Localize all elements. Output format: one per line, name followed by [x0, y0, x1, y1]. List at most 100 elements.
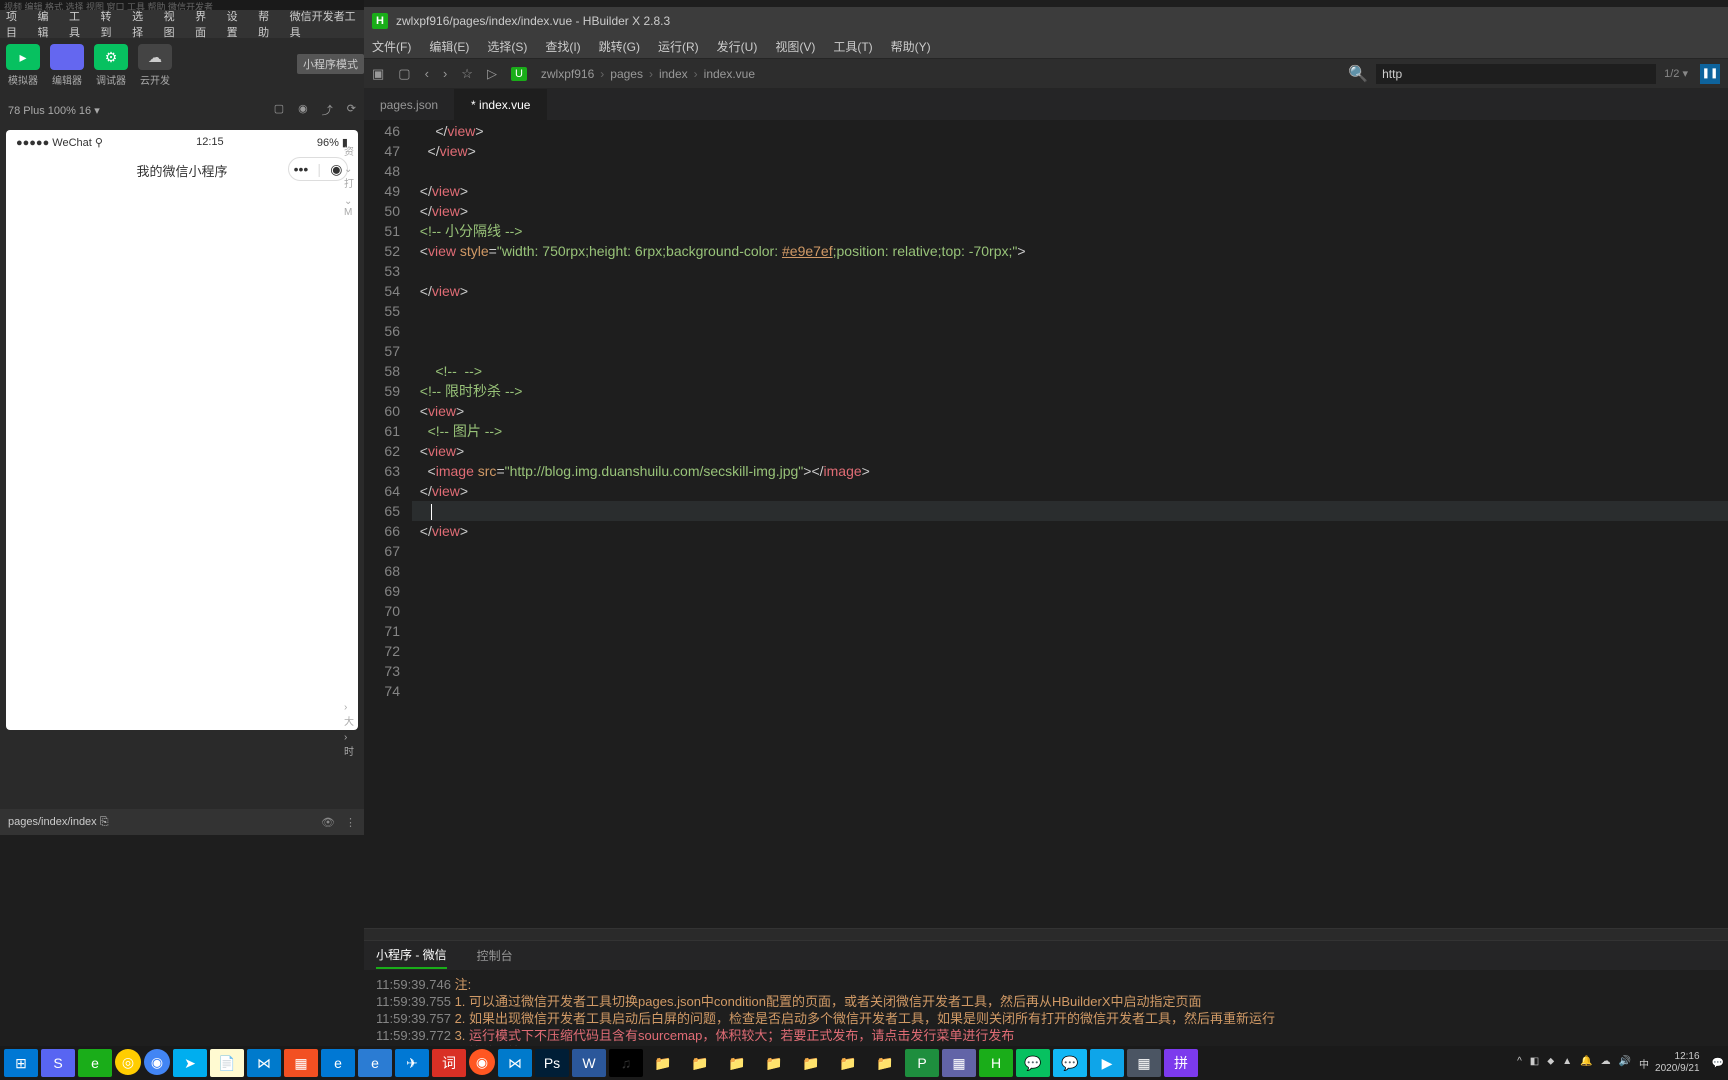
- code-line[interactable]: </view>: [412, 181, 1728, 201]
- wx-side-item[interactable]: 资: [340, 140, 364, 161]
- hb-editor[interactable]: 4647484950515253545556575859606162636465…: [364, 121, 1728, 928]
- taskbar-app-icon[interactable]: 📁: [868, 1049, 902, 1077]
- code-line[interactable]: [412, 341, 1728, 361]
- nav-forward-icon[interactable]: ›: [443, 66, 447, 81]
- taskbar-app-icon[interactable]: 拼: [1164, 1049, 1198, 1077]
- wx-toolbar-button[interactable]: ☁云开发: [138, 44, 172, 90]
- wx-menu-item[interactable]: 项目: [6, 8, 26, 40]
- taskbar-app-icon[interactable]: e: [321, 1049, 355, 1077]
- rotate-icon[interactable]: ⟳: [347, 102, 356, 118]
- code-line[interactable]: </view>: [412, 121, 1728, 141]
- code-line[interactable]: [412, 661, 1728, 681]
- wx-side-item[interactable]: ⌄ M: [340, 193, 364, 221]
- code-line[interactable]: [412, 561, 1728, 581]
- run-icon[interactable]: ▷: [487, 66, 497, 82]
- breadcrumb-segment[interactable]: pages: [610, 67, 643, 81]
- taskbar-app-icon[interactable]: ▦: [284, 1049, 318, 1077]
- taskbar-app-icon[interactable]: H: [979, 1049, 1013, 1077]
- hb-menu-item[interactable]: 文件(F): [372, 38, 411, 55]
- code-line[interactable]: [412, 621, 1728, 641]
- taskbar-app-icon[interactable]: ◉: [469, 1049, 495, 1075]
- breadcrumb-segment[interactable]: index.vue: [704, 67, 755, 81]
- taskbar-app-icon[interactable]: 📁: [794, 1049, 828, 1077]
- tray-icon[interactable]: ☁: [1601, 1056, 1611, 1071]
- tray-icon[interactable]: 中: [1639, 1056, 1649, 1071]
- code-line[interactable]: [412, 581, 1728, 601]
- hb-menu-item[interactable]: 视图(V): [775, 38, 815, 55]
- taskbar-clock[interactable]: 12:16 2020/9/21: [1655, 1051, 1706, 1075]
- terminal-toggle-icon[interactable]: ▢: [398, 66, 410, 82]
- hb-menu-item[interactable]: 发行(U): [717, 38, 758, 55]
- wx-menu-item[interactable]: 选择: [132, 8, 152, 40]
- taskbar-app-icon[interactable]: 📁: [683, 1049, 717, 1077]
- bottom-panel-tab[interactable]: 控制台: [477, 943, 513, 968]
- wx-mode-tag[interactable]: 小程序模式: [297, 54, 364, 74]
- editor-tab[interactable]: pages.json: [364, 89, 455, 120]
- code-line[interactable]: </view>: [412, 281, 1728, 301]
- taskbar-app-icon[interactable]: 📁: [757, 1049, 791, 1077]
- taskbar-app-icon[interactable]: 词: [432, 1049, 466, 1077]
- code-line[interactable]: <!-- 图片 -->: [412, 421, 1728, 441]
- hb-menu-item[interactable]: 编辑(E): [429, 38, 469, 55]
- taskbar-app-icon[interactable]: 📄: [210, 1049, 244, 1077]
- code-line[interactable]: [412, 601, 1728, 621]
- wx-menu-item[interactable]: 微信开发者工具: [290, 8, 358, 40]
- code-line[interactable]: [412, 321, 1728, 341]
- taskbar-app-icon[interactable]: ⊞: [4, 1049, 38, 1077]
- hb-menu-item[interactable]: 工具(T): [833, 38, 872, 55]
- code-line[interactable]: <view style="width: 750rpx;height: 6rpx;…: [412, 241, 1728, 261]
- hb-menu-item[interactable]: 查找(I): [545, 38, 580, 55]
- taskbar-app-icon[interactable]: e: [78, 1049, 112, 1077]
- tray-icon[interactable]: ⬥: [1547, 1056, 1554, 1071]
- taskbar-app-icon[interactable]: ▶: [1090, 1049, 1124, 1077]
- wx-menu-item[interactable]: 设置: [227, 8, 247, 40]
- editor-scrollbar[interactable]: [364, 928, 1728, 940]
- hb-menu-item[interactable]: 运行(R): [658, 38, 699, 55]
- tray-icon[interactable]: 🔊: [1619, 1056, 1631, 1071]
- wx-toolbar-button[interactable]: ⚙调试器: [94, 44, 128, 90]
- taskbar-app-icon[interactable]: ◎: [115, 1049, 141, 1075]
- bottom-panel-tab[interactable]: 小程序 - 微信: [376, 942, 447, 969]
- uni-icon[interactable]: U: [511, 67, 527, 81]
- taskbar-app-icon[interactable]: ♫: [609, 1049, 643, 1077]
- wx-menu-item[interactable]: 工具: [69, 8, 89, 40]
- code-line[interactable]: </view>: [412, 201, 1728, 221]
- wx-toolbar-button[interactable]: 编辑器: [50, 44, 84, 90]
- taskbar-app-icon[interactable]: ◉: [144, 1049, 170, 1075]
- taskbar-app-icon[interactable]: 📁: [646, 1049, 680, 1077]
- code-line[interactable]: <view>: [412, 401, 1728, 421]
- taskbar-app-icon[interactable]: ▦: [942, 1049, 976, 1077]
- code-line[interactable]: [412, 301, 1728, 321]
- star-icon[interactable]: ☆: [461, 66, 473, 82]
- search-icon[interactable]: 🔍: [1348, 64, 1368, 84]
- nav-back-icon[interactable]: ‹: [425, 66, 429, 81]
- wx-page-path[interactable]: pages/index/index ⎘: [8, 816, 109, 829]
- taskbar-app-icon[interactable]: ➤: [173, 1049, 207, 1077]
- tray-icon[interactable]: 🔔: [1580, 1056, 1592, 1071]
- wx-eye-icon[interactable]: 👁: [321, 816, 335, 829]
- hb-menu-item[interactable]: 跳转(G): [599, 38, 640, 55]
- taskbar-app-icon[interactable]: 💬: [1016, 1049, 1050, 1077]
- editor-tab[interactable]: * index.vue: [455, 89, 547, 120]
- taskbar-app-icon[interactable]: 📁: [831, 1049, 865, 1077]
- code-line[interactable]: <!-- -->: [412, 361, 1728, 381]
- sim-capsule[interactable]: ••• | ◉: [288, 157, 348, 181]
- wx-menu-item[interactable]: 界面: [195, 8, 215, 40]
- share-icon[interactable]: ⤴: [322, 102, 333, 118]
- code-line[interactable]: </view>: [412, 521, 1728, 541]
- record-icon[interactable]: ◉: [298, 102, 308, 118]
- sidebar-toggle-icon[interactable]: ▣: [372, 66, 384, 82]
- notifications-icon[interactable]: 💬: [1712, 1058, 1724, 1069]
- code-line[interactable]: <!-- 小分隔线 -->: [412, 221, 1728, 241]
- hb-menu-item[interactable]: 帮助(Y): [891, 38, 931, 55]
- wx-device-selector[interactable]: 78 Plus 100% 16 ▾: [8, 104, 100, 117]
- taskbar-app-icon[interactable]: Ps: [535, 1049, 569, 1077]
- tray-icon[interactable]: ^: [1517, 1056, 1522, 1071]
- wx-menu-item[interactable]: 帮助: [258, 8, 278, 40]
- wx-menu-item[interactable]: 编辑: [38, 8, 58, 40]
- wx-more-icon[interactable]: ⋮: [345, 816, 356, 829]
- code-line[interactable]: [412, 541, 1728, 561]
- breadcrumb-segment[interactable]: index: [659, 67, 688, 81]
- code-line[interactable]: <!-- 限时秒杀 -->: [412, 381, 1728, 401]
- capsule-menu-icon[interactable]: •••: [294, 161, 309, 177]
